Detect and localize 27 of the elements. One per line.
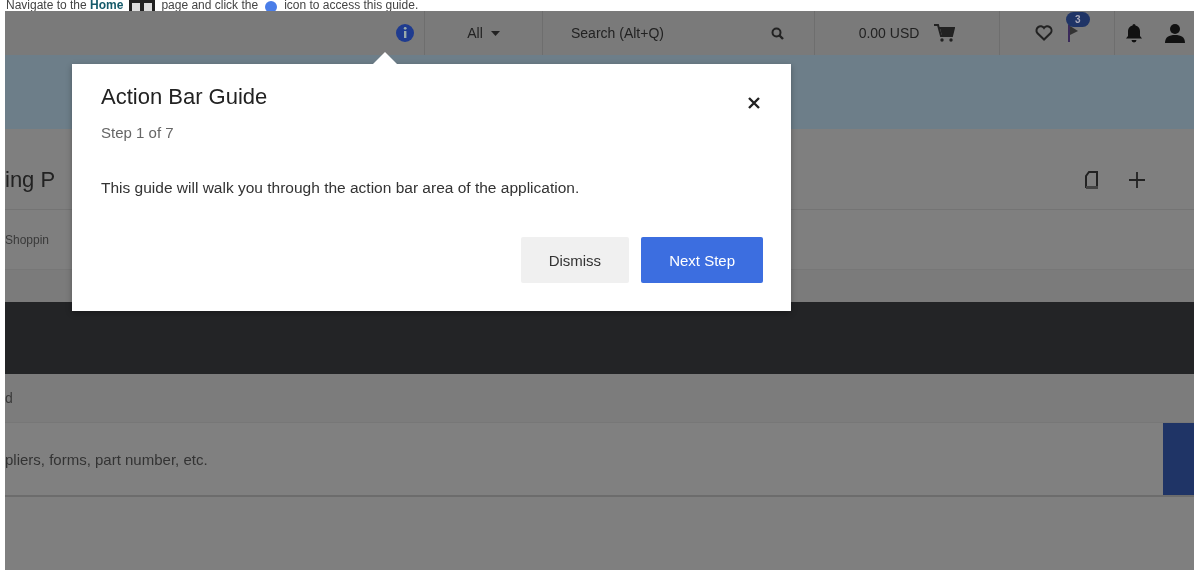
scope-dropdown[interactable]: All (467, 25, 500, 41)
bell-icon[interactable] (1124, 23, 1143, 43)
cart-icon[interactable] (933, 23, 956, 43)
instruction-text: Navigate to the Home (6, 0, 124, 11)
close-icon[interactable] (747, 96, 761, 110)
search-icon[interactable] (771, 26, 784, 40)
instruction-text: icon to access this guide. (284, 0, 419, 11)
breadcrumb-link[interactable]: Shoppin (5, 232, 50, 247)
caret-icon (490, 30, 500, 36)
step-counter: Step 1 of 7 (101, 124, 175, 141)
cart-total: 0.00 USD (858, 25, 920, 41)
next-step-button[interactable]: Next Step (641, 237, 763, 283)
home-icon (129, 0, 156, 12)
heart-icon[interactable] (1035, 25, 1053, 41)
instruction-text: page and click the (161, 0, 259, 11)
user-icon[interactable] (1164, 23, 1185, 43)
notification-badge: 3 (1066, 12, 1090, 27)
plus-icon[interactable] (1128, 171, 1146, 189)
page-title: ing P (5, 167, 56, 193)
dialog-title: Action Bar Guide (101, 84, 268, 110)
document-icon[interactable] (1084, 170, 1100, 190)
section-label: d (5, 390, 13, 406)
dismiss-button[interactable]: Dismiss (520, 237, 630, 283)
dialog-message: This guide will walk you through the action bar area of the application. (101, 179, 581, 197)
search-field[interactable]: Search (Alt+Q) (571, 25, 664, 41)
flag-icon[interactable] (1067, 23, 1079, 43)
search-field[interactable]: pliers, forms, part number, etc. (5, 423, 1194, 497)
